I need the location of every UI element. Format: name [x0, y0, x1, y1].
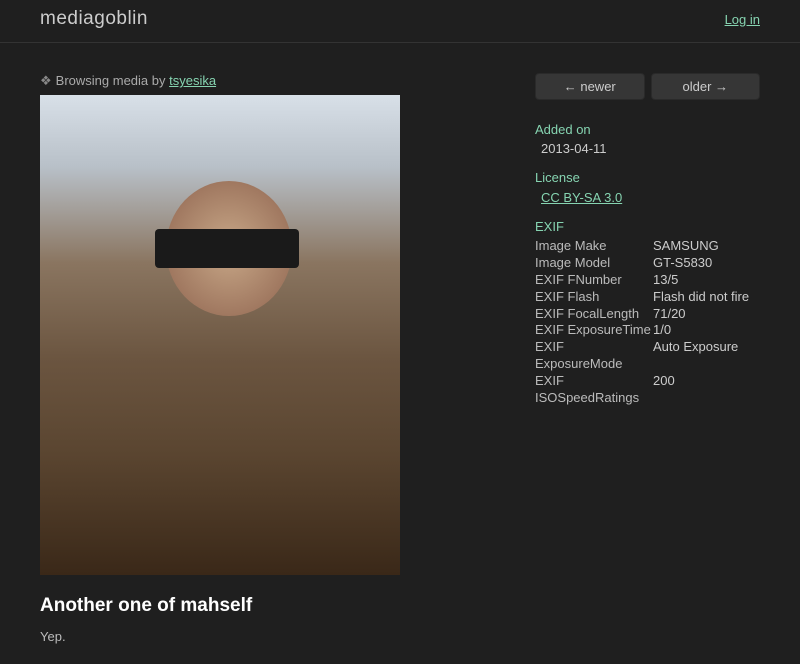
exif-key: EXIF FocalLength [535, 306, 653, 323]
browsing-label: Browsing media by [56, 73, 169, 88]
media-description: Yep. [40, 629, 535, 644]
logo[interactable]: mediagoblin [40, 8, 148, 30]
main-column: ❖ Browsing media by tsyesika Another one … [40, 73, 535, 644]
exif-row: Image Make SAMSUNG [535, 238, 760, 255]
flower-icon: ❖ [40, 73, 52, 88]
content: ❖ Browsing media by tsyesika Another one … [0, 43, 800, 664]
exif-key: EXIF Flash [535, 289, 653, 306]
browsing-text: ❖ Browsing media by tsyesika [40, 73, 535, 89]
exif-key: EXIF ExposureMode [535, 339, 653, 373]
exif-val: 1/0 [653, 322, 671, 339]
media-title: Another one of mahself [40, 595, 535, 617]
exif-row: EXIF FocalLength 71/20 [535, 306, 760, 323]
exif-table: Image Make SAMSUNG Image Model GT-S5830 … [535, 238, 760, 407]
exif-val: 200 [653, 373, 675, 407]
older-button[interactable]: older → [651, 73, 761, 100]
exif-key: Image Model [535, 255, 653, 272]
newer-button[interactable]: ← newer [535, 73, 645, 100]
login-link[interactable]: Log in [725, 12, 760, 27]
exif-row: EXIF Flash Flash did not fire [535, 289, 760, 306]
user-link[interactable]: tsyesika [169, 73, 216, 88]
license-link[interactable]: CC BY-SA 3.0 [541, 190, 622, 205]
exif-key: EXIF ExposureTime [535, 322, 653, 339]
exif-row: EXIF FNumber 13/5 [535, 272, 760, 289]
exif-val: Auto Exposure [653, 339, 738, 373]
exif-val: Flash did not fire [653, 289, 749, 306]
media-image[interactable] [40, 95, 400, 575]
exif-key: Image Make [535, 238, 653, 255]
added-on-value: 2013-04-11 [541, 141, 760, 156]
exif-row: EXIF ISOSpeedRatings 200 [535, 373, 760, 407]
sidebar: ← newer older → Added on 2013-04-11 Lice… [535, 73, 760, 644]
exif-row: Image Model GT-S5830 [535, 255, 760, 272]
license-label: License [535, 170, 760, 185]
exif-row: EXIF ExposureTime 1/0 [535, 322, 760, 339]
exif-val: 13/5 [653, 272, 678, 289]
added-on-label: Added on [535, 122, 760, 137]
exif-val: 71/20 [653, 306, 686, 323]
exif-val: GT-S5830 [653, 255, 712, 272]
header: mediagoblin Log in [0, 0, 800, 43]
exif-label: EXIF [535, 219, 760, 234]
exif-row: EXIF ExposureMode Auto Exposure [535, 339, 760, 373]
exif-key: EXIF FNumber [535, 272, 653, 289]
exif-val: SAMSUNG [653, 238, 719, 255]
exif-key: EXIF ISOSpeedRatings [535, 373, 653, 407]
nav-buttons: ← newer older → [535, 73, 760, 100]
app-container: mediagoblin Log in ❖ Browsing media by ts… [0, 0, 800, 664]
